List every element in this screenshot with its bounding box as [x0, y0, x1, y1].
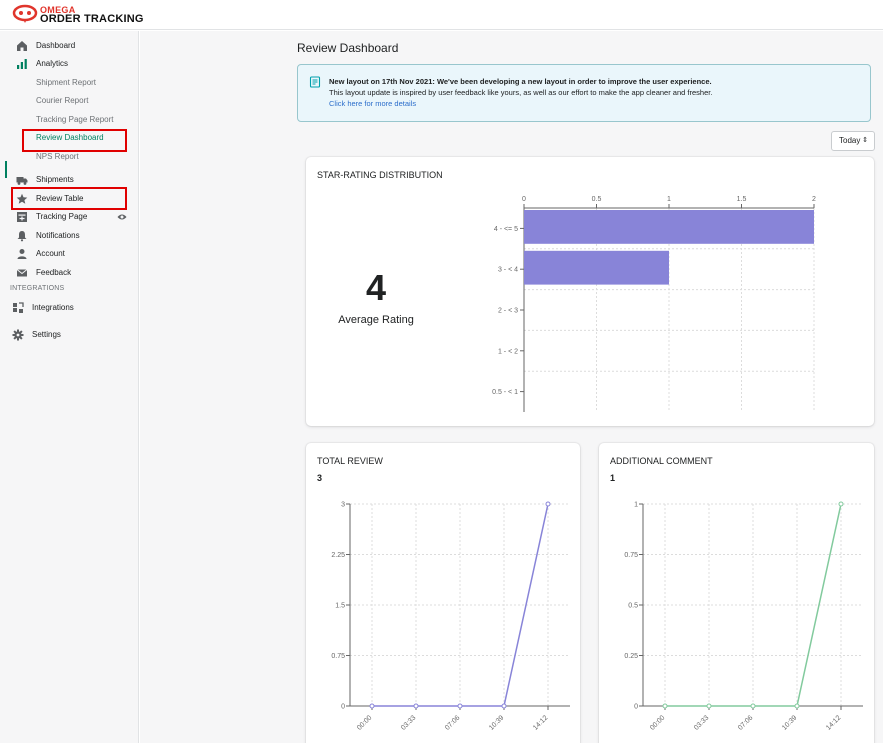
- analytics-icon: [17, 59, 27, 69]
- data-point: [457, 703, 463, 709]
- sidebar-item-settings[interactable]: Settings: [0, 328, 139, 342]
- y-tick-label: 0: [341, 704, 345, 711]
- data-point: [794, 703, 800, 709]
- y-tick-label: 1 - < 2: [498, 348, 518, 355]
- date-filter-select[interactable]: Today ⇕: [831, 131, 875, 151]
- y-tick-label: 3 - < 4: [498, 267, 518, 274]
- x-tick-label: 03:33: [693, 714, 710, 731]
- select-arrows-icon: ⇕: [862, 137, 868, 144]
- banner-headline: New layout on 17th Nov 2021: We've been …: [329, 77, 712, 86]
- top-bar: OMEGA ORDER TRACKING: [0, 0, 883, 30]
- home-icon: [17, 41, 27, 51]
- additional-comment-line-chart: 0 0.25 0.5 0.75 1 00:00 03:33 07:06 10:39 14:12: [624, 501, 863, 732]
- data-point: [706, 703, 712, 709]
- y-tick-label: 0.5 - < 1: [492, 389, 518, 396]
- star-rating-bar-chart: 0 0.5 1 1.5 2 4 - <= 5 3 - < 4 2 - < 3 1 - < 2 0.…: [492, 196, 816, 412]
- sidebar-item-analytics[interactable]: Analytics: [0, 57, 139, 71]
- data-point: [501, 703, 507, 709]
- x-tick-label: 14:12: [825, 714, 842, 731]
- sidebar-item-label: Feedback: [36, 268, 72, 277]
- highlight-box-review-table: [11, 187, 127, 210]
- data-point: [545, 501, 551, 507]
- x-tick-label: 03:33: [400, 714, 417, 731]
- y-tick-label: 0.25: [624, 653, 638, 660]
- sidebar-item-label: Account: [36, 249, 65, 258]
- star-rating-card: STAR-RATING DISTRIBUTION 4 Average Ratin…: [306, 157, 874, 426]
- total-review-card: TOTAL REVIEW 3 0 0.75 1.5 2.25 3 00:00 03:33 07…: [306, 443, 580, 743]
- sidebar-item-label: Settings: [32, 330, 61, 339]
- y-tick-label: 0.75: [624, 552, 638, 559]
- sidebar-sub-shipment-report[interactable]: Shipment Report: [36, 76, 96, 90]
- sidebar-sub-courier-report[interactable]: Courier Report: [36, 94, 88, 108]
- y-tick-label: 3: [341, 502, 345, 509]
- bar: [524, 210, 814, 244]
- mail-icon: [16, 269, 28, 277]
- x-tick-label: 2: [812, 196, 816, 203]
- sidebar-item-label: Tracking Page: [36, 212, 88, 221]
- brand-name-line2: ORDER TRACKING: [40, 13, 144, 25]
- sidebar-item-feedback[interactable]: Feedback: [0, 266, 139, 280]
- x-tick-label: 10:39: [781, 714, 798, 731]
- data-point: [662, 703, 668, 709]
- data-point: [750, 703, 756, 709]
- info-banner: New layout on 17th Nov 2021: We've been …: [297, 64, 871, 122]
- y-tick-label: 2 - < 3: [498, 308, 518, 315]
- sidebar-item-account[interactable]: Account: [0, 247, 139, 261]
- x-tick-label: 00:00: [356, 714, 373, 731]
- bell-icon: [17, 231, 27, 242]
- x-tick-label: 1.5: [737, 196, 747, 203]
- y-tick-label: 0: [634, 704, 638, 711]
- y-tick-label: 0.5: [628, 603, 638, 610]
- x-tick-label: 0: [522, 196, 526, 203]
- data-point: [369, 703, 375, 709]
- sidebar-item-shipments[interactable]: Shipments: [0, 173, 139, 187]
- sidebar-item-label: Analytics: [36, 59, 69, 68]
- sidebar-item-label: Dashboard: [36, 41, 76, 50]
- x-tick-label: 10:39: [488, 714, 505, 731]
- x-tick-label: 1: [667, 196, 671, 203]
- sidebar-sub-nps-report[interactable]: NPS Report: [36, 150, 79, 164]
- y-tick-label: 1.5: [335, 603, 345, 610]
- truck-icon: [16, 177, 28, 185]
- user-icon: [17, 249, 27, 259]
- additional-comment-card: ADDITIONAL COMMENT 1 0 0.25 0.5 0.75 1 00:00 0…: [599, 443, 874, 743]
- tracking-page-icon: [17, 212, 27, 222]
- page-title: Review Dashboard: [297, 41, 399, 55]
- total-review-line-chart: 0 0.75 1.5 2.25 3 00:00 03:33 07:06 10:39 14:12: [331, 501, 570, 732]
- x-tick-label: 0.5: [592, 196, 602, 203]
- integrations-icon: [13, 302, 24, 313]
- y-tick-label: 2.25: [331, 552, 345, 559]
- x-tick-label: 00:00: [649, 714, 666, 731]
- eye-icon[interactable]: [117, 213, 127, 221]
- data-point: [838, 501, 844, 507]
- sidebar-item-label: Integrations: [32, 303, 74, 312]
- sidebar-item-dashboard[interactable]: Dashboard: [0, 39, 139, 53]
- date-filter-value: Today: [839, 136, 861, 145]
- y-tick-label: 4 - <= 5: [494, 226, 518, 233]
- sidebar: Dashboard Analytics Shipment Report Cour…: [0, 31, 139, 743]
- main-content: Review Dashboard New layout on 17th Nov …: [140, 31, 883, 743]
- banner-link[interactable]: Click here for more details: [329, 99, 416, 108]
- gear-icon: [12, 329, 24, 341]
- omega-logo-icon: [12, 4, 38, 23]
- info-document-icon: [309, 76, 321, 88]
- sidebar-item-tracking-page[interactable]: Tracking Page: [0, 210, 139, 224]
- x-tick-label: 07:06: [444, 714, 461, 731]
- y-tick-label: 1: [634, 502, 638, 509]
- section-label-integrations: INTEGRATIONS: [10, 285, 65, 292]
- sidebar-item-notifications[interactable]: Notifications: [0, 229, 139, 243]
- highlight-box-review-dashboard: [22, 129, 127, 152]
- x-tick-label: 14:12: [532, 714, 549, 731]
- sidebar-sub-tracking-page-report[interactable]: Tracking Page Report: [36, 113, 114, 127]
- banner-body: This layout update is inspired by user f…: [329, 88, 713, 97]
- sidebar-item-integrations[interactable]: Integrations: [0, 301, 139, 315]
- y-tick-label: 0.75: [331, 653, 345, 660]
- sidebar-item-label: Notifications: [36, 231, 80, 240]
- data-point: [413, 703, 419, 709]
- sidebar-item-label: Shipments: [36, 175, 74, 184]
- bar: [524, 250, 669, 285]
- x-tick-label: 07:06: [737, 714, 754, 731]
